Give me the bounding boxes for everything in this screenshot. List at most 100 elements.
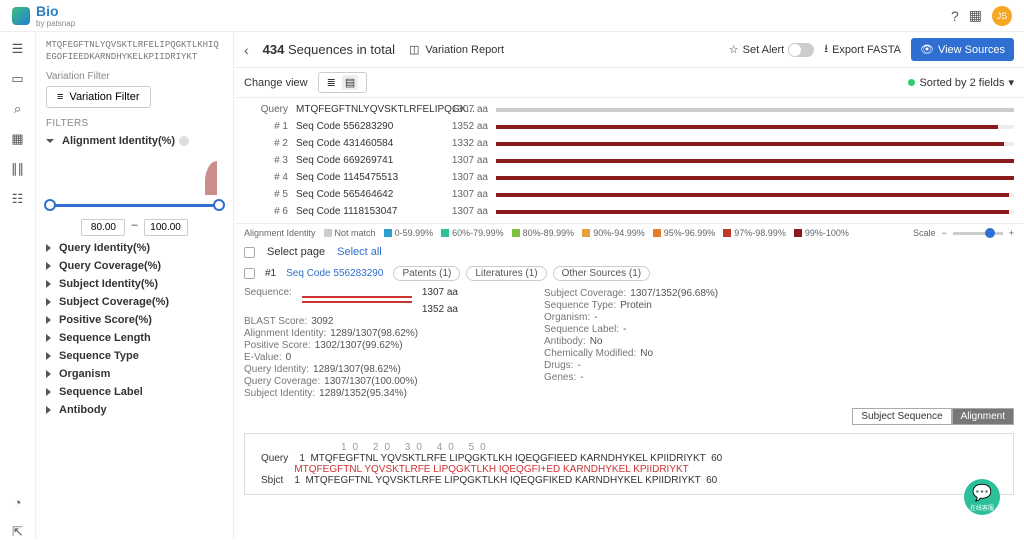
set-alert[interactable]: ☆ Set Alert [729, 43, 814, 57]
filters-heading: FILTERS [46, 118, 223, 129]
kv: E-Value:0 [244, 352, 524, 363]
filter-sequence-label[interactable]: Sequence Label [46, 386, 223, 398]
avatar[interactable]: JS [992, 6, 1012, 26]
legend-item: 90%-94.99% [582, 228, 645, 238]
page-title: 434 Sequences in total [263, 42, 395, 57]
filter-organism[interactable]: Organism [46, 368, 223, 380]
bell-icon: ☆ [729, 43, 739, 56]
brand-byline: by patsnap [36, 19, 75, 28]
export-fasta[interactable]: ⭳ Export FASTA [824, 40, 901, 59]
alert-toggle[interactable] [788, 43, 814, 57]
chevron-down-icon: ▾ [1008, 76, 1014, 89]
plus-icon[interactable]: + [1009, 228, 1014, 238]
variation-report-link[interactable]: ◫ Variation Report [409, 43, 504, 56]
tab-alignment[interactable]: Alignment [952, 408, 1014, 425]
filter-query-coverage-[interactable]: Query Coverage(%) [46, 260, 223, 272]
filter-sequence-length[interactable]: Sequence Length [46, 332, 223, 344]
histogram [46, 153, 223, 195]
range-max-input[interactable] [144, 219, 188, 236]
legend-item: Not match [324, 228, 376, 238]
chart-icon[interactable]: ☷ [10, 192, 26, 206]
align-line: MTQFEGFTNL YQVSKTLRFE LIPQGKTLKH IQEQGFI… [261, 464, 997, 475]
filter-alignment-identity[interactable]: Alignment Identity(%) [46, 135, 223, 147]
legend-item: 60%-79.99% [441, 228, 504, 238]
record-checkbox[interactable] [244, 268, 255, 279]
align-line: Sbjct 1 MTQFEGFTNL YQVSKTLRFE LIPQGKTLKH… [261, 475, 997, 486]
kv: Chemically Modified:No [544, 348, 718, 359]
select-page-checkbox[interactable] [244, 247, 255, 258]
source-pill[interactable]: Patents (1) [393, 266, 460, 281]
range-slider[interactable] [46, 197, 223, 213]
bars-icon: ≡ [57, 91, 63, 103]
query-sequence: MTQFEGFTNLYQVSKTLRFELIPQGKTLKHIQEGOFIEED… [46, 40, 223, 63]
legend-item: 99%-100% [794, 228, 849, 238]
sequence-row[interactable]: # 3Seq Code 6692697411307 aa [244, 153, 1014, 168]
search-icon[interactable]: ⌕ [10, 102, 26, 116]
view-sources-button[interactable]: 👁 View Sources [911, 38, 1014, 61]
view-toggle[interactable]: ≣ ▤ [318, 72, 368, 93]
record-link[interactable]: Seq Code 556283290 [286, 268, 383, 279]
export-icon[interactable]: ⇱ [10, 525, 26, 539]
range-min-input[interactable] [81, 219, 125, 236]
sequence-row[interactable]: # 5Seq Code 5654646421307 aa [244, 187, 1014, 202]
kv: Alignment Identity:1289/1307(98.62%) [244, 328, 524, 339]
chat-icon: 💬 [972, 483, 992, 503]
sequence-row[interactable]: # 6Seq Code 11181530471307 aa [244, 204, 1014, 219]
kv: Sequence Type:Protein [544, 300, 718, 311]
filter-query-identity-[interactable]: Query Identity(%) [46, 242, 223, 254]
filter-subject-identity-[interactable]: Subject Identity(%) [46, 278, 223, 290]
help-icon[interactable]: ? [951, 8, 959, 24]
source-pill[interactable]: Literatures (1) [466, 266, 546, 281]
sidebar: MTQFEGFTNLYQVSKTLRFELIPQGKTLKHIQEGOFIEED… [36, 32, 234, 539]
legend-item: 80%-89.99% [512, 228, 575, 238]
card-view-icon[interactable]: ▤ [342, 75, 358, 90]
scale-control[interactable]: Scale − + [913, 228, 1014, 238]
variation-filter-heading: Variation Filter [46, 71, 223, 82]
logo-icon [12, 7, 30, 25]
back-icon[interactable]: ‹ [244, 42, 249, 58]
kv: Query Coverage:1307/1307(100.00%) [244, 376, 524, 387]
select-page[interactable]: Select page [267, 246, 325, 258]
sort-dropdown[interactable]: Sorted by 2 fields ▾ [908, 76, 1014, 89]
logo[interactable]: Bio by patsnap [12, 3, 75, 28]
select-all[interactable]: Select all [337, 246, 382, 258]
legend-item: 97%-98.99% [723, 228, 786, 238]
download-icon: ⭳ [824, 40, 828, 59]
aa-2: 1352 aa [422, 304, 458, 315]
doc-icon[interactable]: ▭ [10, 72, 26, 86]
sequence-row[interactable]: # 4Seq Code 11454755131307 aa [244, 170, 1014, 185]
alignment-panel: 10 20 30 40 50 Query 1 MTQFEGFTNL YQVSKT… [244, 433, 1014, 495]
filter-positive-score-[interactable]: Positive Score(%) [46, 314, 223, 326]
aa-1: 1307 aa [422, 287, 458, 298]
source-pill[interactable]: Other Sources (1) [553, 266, 650, 281]
kv: Drugs:- [544, 360, 718, 371]
sequence-row[interactable]: # 2Seq Code 4314605841332 aa [244, 136, 1014, 151]
variation-filter-button[interactable]: ≡ Variation Filter [46, 86, 151, 108]
kv: Organism:- [544, 312, 718, 323]
kv: Query Identity:1289/1307(98.62%) [244, 364, 524, 375]
list-view-icon[interactable]: ≣ [327, 76, 336, 89]
legend-title: Alignment Identity [244, 228, 316, 238]
kv: Positive Score:1302/1307(99.62%) [244, 340, 524, 351]
kv: Subject Identity:1289/1352(95.34%) [244, 388, 524, 399]
chat-fab[interactable]: 💬 在线客服 [964, 479, 1000, 515]
mini-alignment [302, 287, 412, 311]
tab-subject-sequence[interactable]: Subject Sequence [852, 408, 951, 425]
filter-subject-coverage-[interactable]: Subject Coverage(%) [46, 296, 223, 308]
filter-antibody[interactable]: Antibody [46, 404, 223, 416]
sequence-row[interactable]: # 1Seq Code 5562832901352 aa [244, 119, 1014, 134]
inbox-icon[interactable]: ◔ [10, 495, 26, 509]
apps-icon[interactable]: ▦ [969, 7, 982, 24]
grid-icon[interactable]: ▦ [10, 132, 26, 146]
eye-icon: 👁 [920, 43, 934, 56]
chart-icon: ◫ [409, 43, 419, 56]
change-view-label: Change view [244, 77, 308, 89]
filter-icon[interactable]: ☰ [10, 42, 26, 56]
kv: Genes:- [544, 372, 718, 383]
sequence-row[interactable]: QueryMTQFEGFTNLYQVSKTLRFELIPQGK...1307 a… [244, 102, 1014, 117]
info-icon[interactable] [179, 136, 189, 146]
legend-item: 0-59.99% [384, 228, 434, 238]
filter-sequence-type[interactable]: Sequence Type [46, 350, 223, 362]
minus-icon[interactable]: − [941, 228, 946, 238]
barcode-icon[interactable]: ∥∥ [10, 162, 26, 176]
